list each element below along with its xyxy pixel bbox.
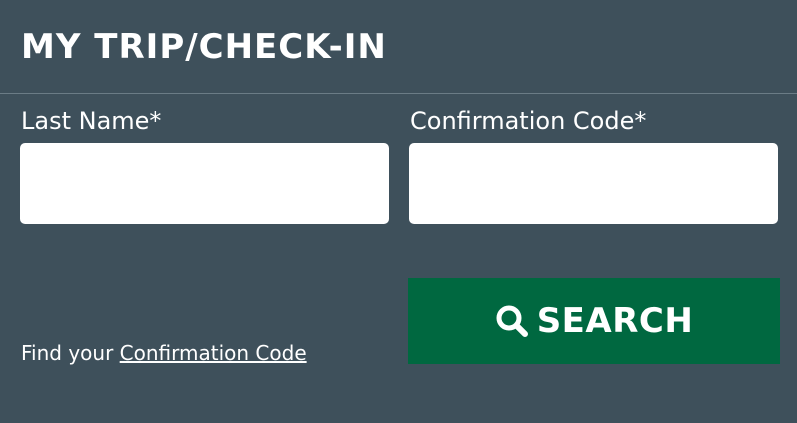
find-confirmation-code-link[interactable]: Confirmation Code — [120, 341, 307, 365]
confirmation-code-label: Confirmation Code* — [410, 107, 647, 135]
search-button[interactable]: SEARCH — [408, 278, 780, 364]
last-name-input[interactable] — [20, 143, 389, 224]
search-icon — [495, 304, 529, 338]
confirmation-code-input[interactable] — [409, 143, 778, 224]
search-button-label: SEARCH — [536, 301, 694, 341]
last-name-label: Last Name* — [21, 107, 162, 135]
find-confirmation-help: Find your Confirmation Code — [21, 340, 307, 366]
find-confirmation-prefix: Find your — [21, 341, 120, 365]
page-title: MY TRIP/CHECK-IN — [21, 27, 387, 67]
header-divider — [0, 93, 797, 94]
